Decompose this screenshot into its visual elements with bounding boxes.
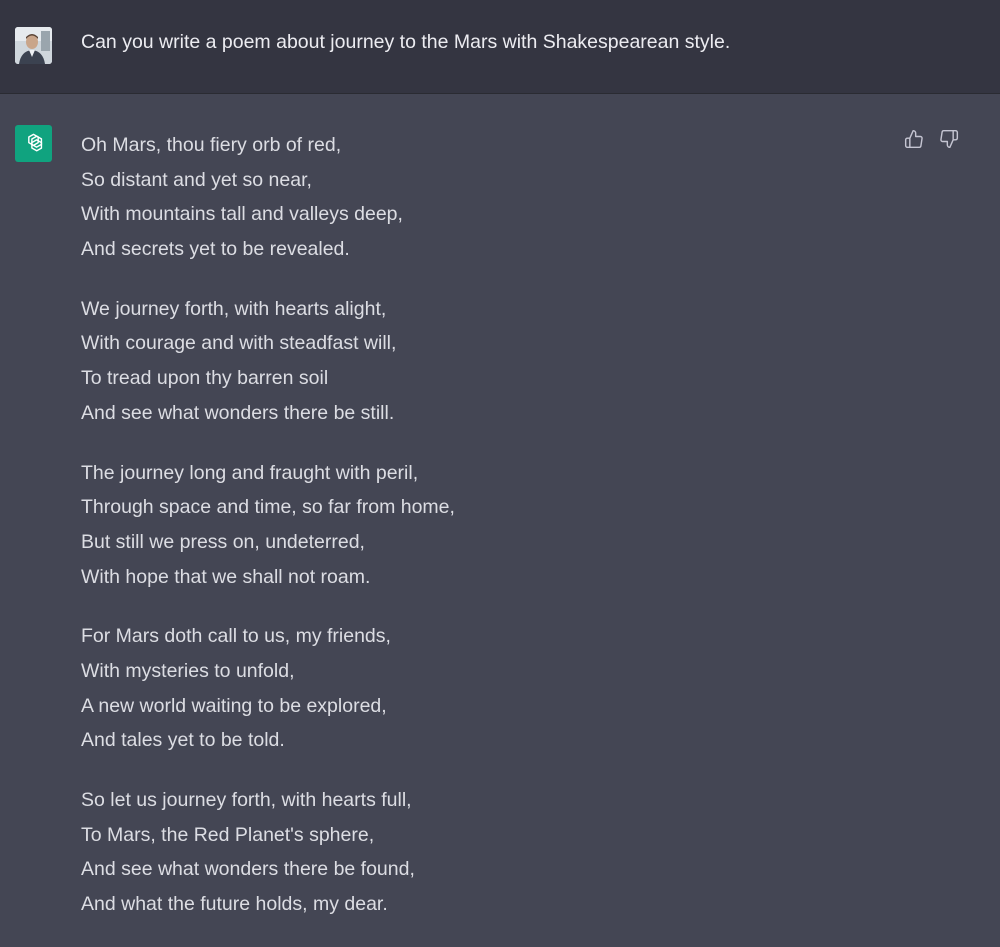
assistant-message-poem: Oh Mars, thou fiery orb of red, So distan… xyxy=(81,128,455,947)
poem-line: The journey long and fraught with peril, xyxy=(81,461,419,484)
poem-stanza: The journey long and fraught with peril,… xyxy=(81,456,455,595)
thumbs-down-button[interactable] xyxy=(938,128,960,150)
poem-line: Oh Mars, thou fiery orb of red, xyxy=(81,134,342,156)
poem-stanza: We journey forth, with hearts alight, Wit… xyxy=(81,292,455,431)
poem-line: But still we press on, undeterred, xyxy=(81,530,365,553)
openai-logo-icon xyxy=(28,133,43,152)
poem-line: For Mars doth call to us, my friends, xyxy=(81,625,391,648)
poem-line: Through space and time, so far from home… xyxy=(81,496,455,519)
feedback-controls xyxy=(903,128,960,150)
poem-line: And what the future holds, my dear. xyxy=(81,893,388,916)
poem-line: And see what wonders there be found, xyxy=(81,858,415,881)
poem-line: With courage and with steadfast will, xyxy=(81,332,397,355)
user-message-row: Can you write a poem about journey to th… xyxy=(0,0,1000,94)
assistant-avatar xyxy=(15,125,52,162)
poem-stanza: For Mars doth call to us, my friends, Wit… xyxy=(81,619,455,758)
poem-line: And tales yet to be told. xyxy=(81,729,285,752)
poem-line: And see what wonders there be still. xyxy=(81,401,395,424)
poem-line: And secrets yet to be revealed. xyxy=(81,238,350,261)
user-message-text: Can you write a poem about journey to th… xyxy=(81,31,731,53)
thumbs-up-button[interactable] xyxy=(903,128,925,150)
poem-stanza: So let us journey forth, with hearts ful… xyxy=(81,783,455,922)
assistant-message-row: Oh Mars, thou fiery orb of red, So distan… xyxy=(0,94,1000,926)
thumbs-down-icon xyxy=(940,129,959,149)
poem-stanza: Oh Mars, thou fiery orb of red, So distan… xyxy=(81,128,455,267)
poem-line: A new world waiting to be explored, xyxy=(81,694,387,717)
poem-line: With mountains tall and valleys deep, xyxy=(81,203,403,226)
user-avatar-photo xyxy=(15,27,52,64)
user-avatar xyxy=(15,27,52,64)
poem-line: We journey forth, with hearts alight, xyxy=(81,297,387,320)
poem-line: With mysteries to unfold, xyxy=(81,659,295,682)
poem-line: So distant and yet so near, xyxy=(81,168,312,191)
poem-line: To tread upon thy barren soil xyxy=(81,367,329,390)
poem-line: So let us journey forth, with hearts ful… xyxy=(81,789,412,811)
thumbs-up-icon xyxy=(904,129,923,149)
poem-line: To Mars, the Red Planet's sphere, xyxy=(81,823,375,846)
poem-line: With hope that we shall not roam. xyxy=(81,565,371,588)
